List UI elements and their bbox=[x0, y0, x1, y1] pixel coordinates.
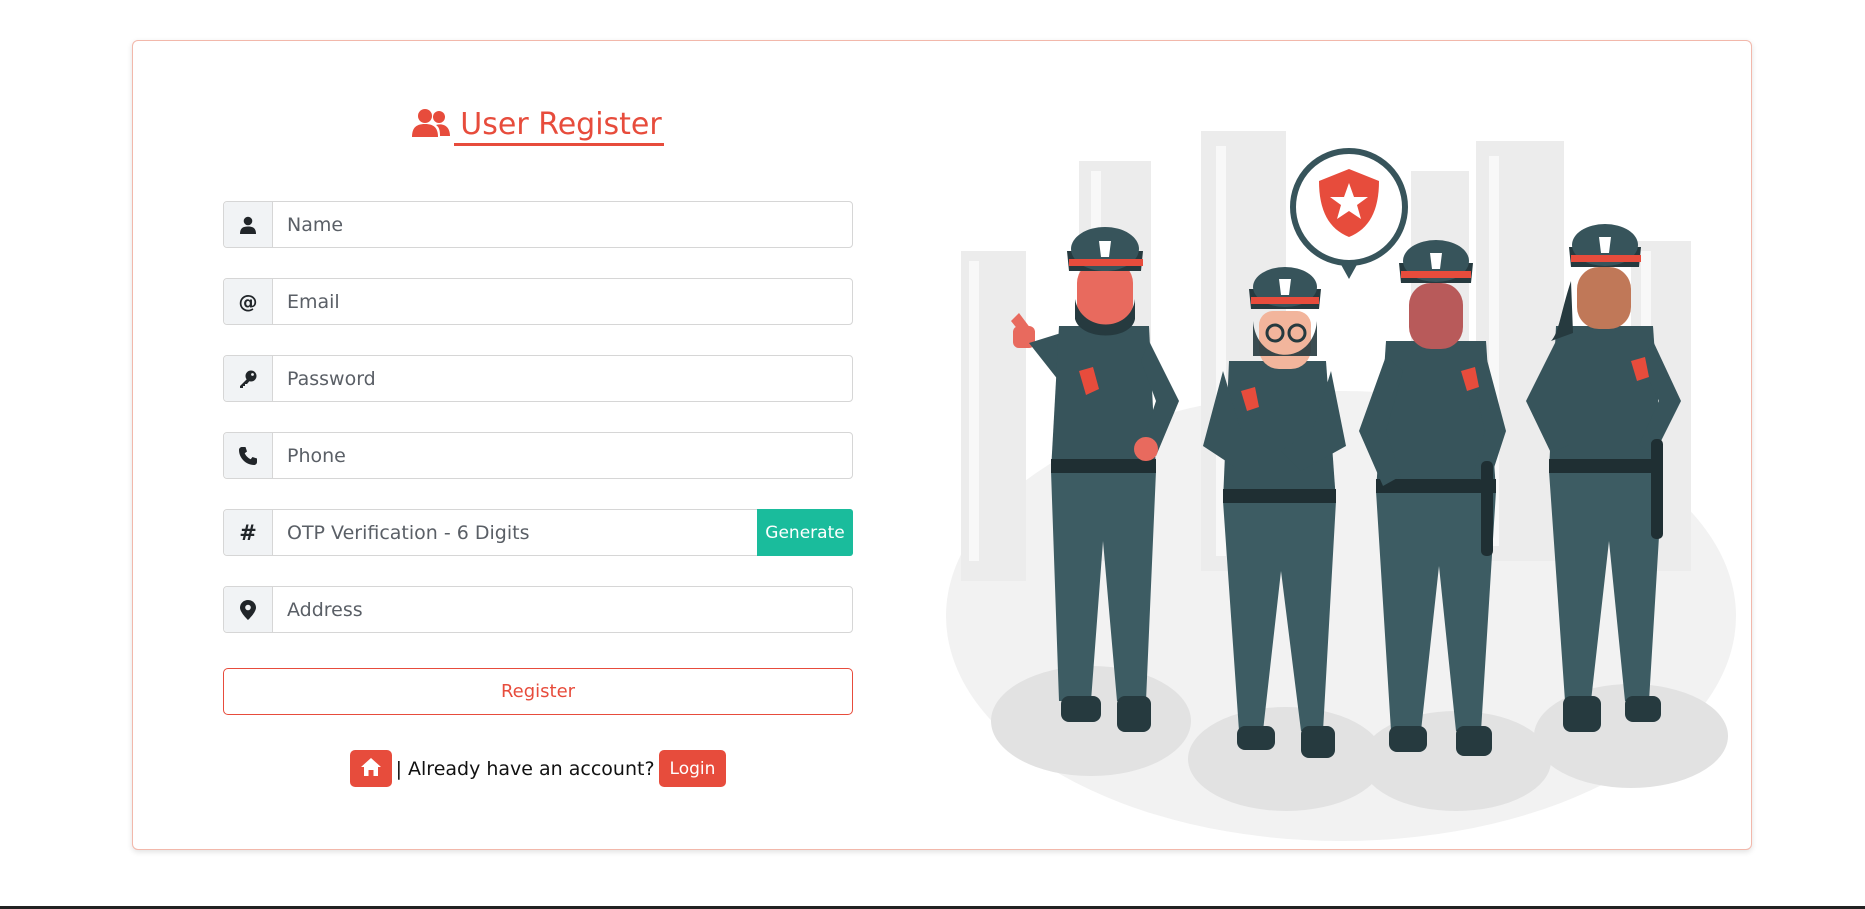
login-button[interactable]: Login bbox=[658, 750, 727, 787]
page-title: User Register bbox=[223, 105, 853, 146]
page-title-text: User Register bbox=[454, 107, 664, 146]
password-field bbox=[223, 355, 853, 402]
phone-icon bbox=[224, 433, 273, 478]
map-pin-icon bbox=[224, 587, 273, 632]
name-input[interactable] bbox=[273, 202, 852, 247]
otp-input[interactable] bbox=[273, 510, 757, 555]
login-prompt-row: | Already have an account? Login bbox=[223, 750, 853, 787]
register-button[interactable]: Register bbox=[223, 668, 853, 715]
email-input[interactable] bbox=[273, 279, 852, 324]
phone-input[interactable] bbox=[273, 433, 852, 478]
name-field bbox=[223, 201, 853, 248]
police-officers-illustration bbox=[941, 71, 1741, 841]
password-input[interactable] bbox=[273, 356, 852, 401]
address-field bbox=[223, 586, 853, 633]
account-prompt-text: | Already have an account? bbox=[395, 757, 655, 780]
register-card: User Register @ bbox=[132, 40, 1752, 850]
hash-icon: # bbox=[224, 510, 273, 555]
phone-field bbox=[223, 432, 853, 479]
at-icon: @ bbox=[224, 279, 273, 324]
generate-otp-button[interactable]: Generate bbox=[757, 509, 853, 556]
email-field: @ bbox=[223, 278, 853, 325]
address-input[interactable] bbox=[273, 587, 852, 632]
user-icon bbox=[224, 202, 273, 247]
otp-field: # Generate bbox=[223, 509, 853, 556]
key-icon bbox=[224, 356, 273, 401]
home-button[interactable] bbox=[349, 750, 392, 787]
home-icon bbox=[360, 757, 382, 780]
users-icon bbox=[412, 108, 451, 146]
